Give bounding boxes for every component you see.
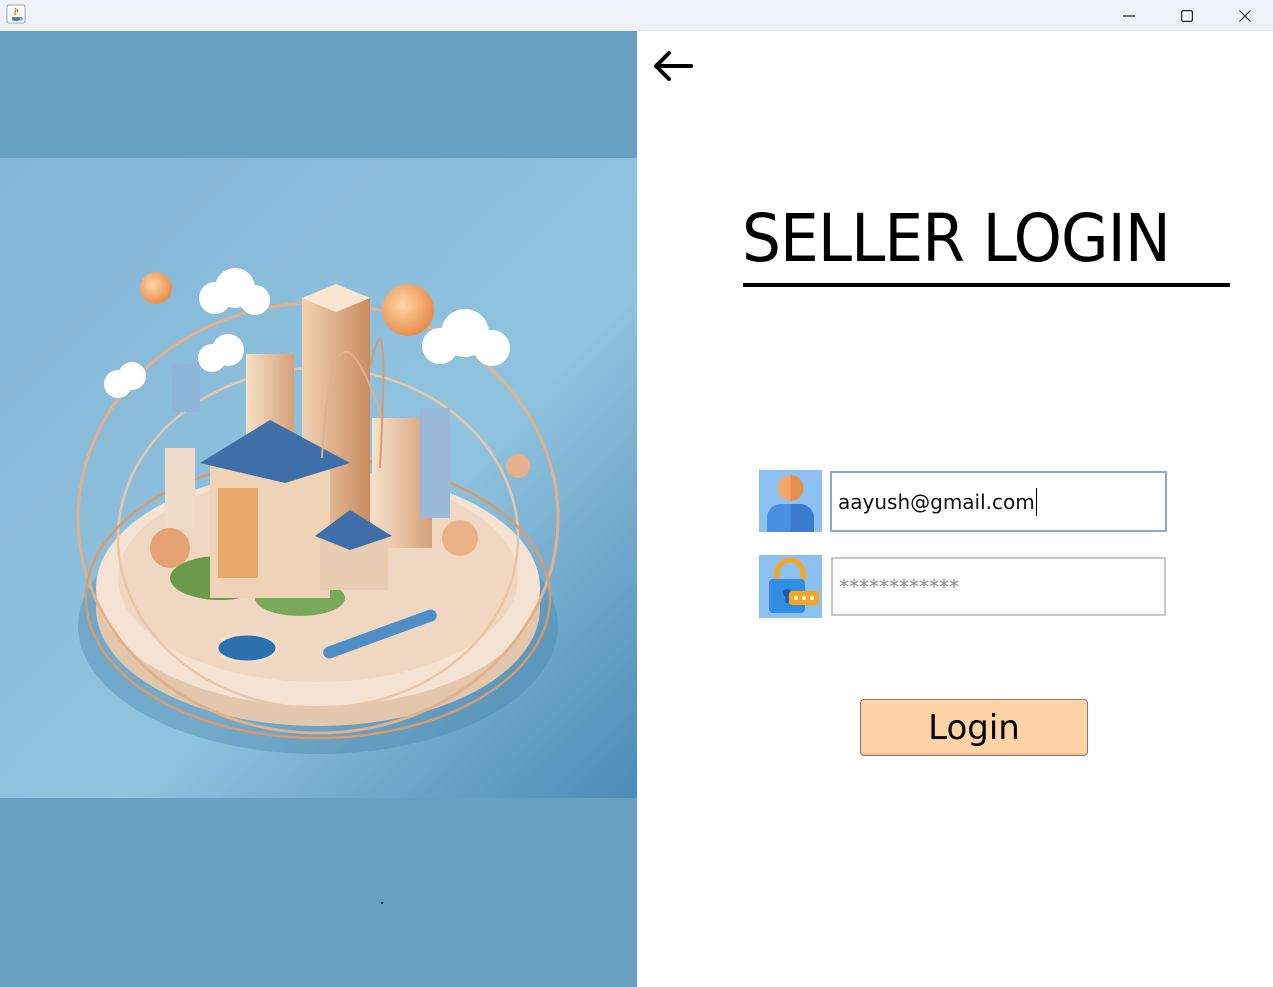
email-field[interactable]: aayush@gmail.com <box>830 471 1167 532</box>
window-titlebar <box>0 0 1273 31</box>
close-button[interactable] <box>1222 0 1268 31</box>
lock-icon <box>759 555 822 618</box>
city-illustration <box>0 158 637 798</box>
minimize-button[interactable] <box>1106 0 1152 31</box>
password-field[interactable]: ************ <box>831 557 1166 616</box>
page-title: SELLER LOGIN <box>742 200 1171 277</box>
title-underline <box>743 283 1230 287</box>
maximize-icon <box>1181 9 1193 22</box>
user-icon <box>759 470 822 532</box>
password-mask: ************ <box>839 574 959 599</box>
java-app-icon <box>6 4 26 24</box>
image-speck <box>381 902 383 904</box>
minimize-icon <box>1123 14 1135 17</box>
back-arrow-icon[interactable] <box>651 48 695 84</box>
close-icon <box>1239 9 1251 22</box>
email-value: aayush@gmail.com <box>838 489 1035 514</box>
text-caret <box>1035 487 1037 516</box>
login-button[interactable]: Login <box>860 699 1088 756</box>
maximize-button[interactable] <box>1164 0 1210 31</box>
